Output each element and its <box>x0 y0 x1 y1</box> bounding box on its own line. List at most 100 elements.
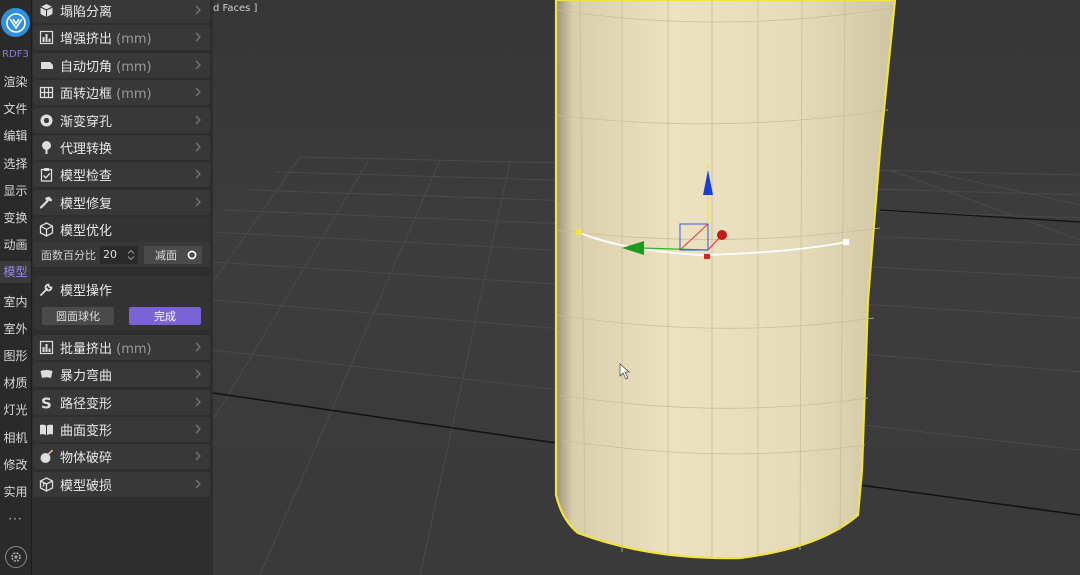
tool-model-optimize[interactable]: 模型优化 <box>33 217 210 242</box>
tool-item-2[interactable]: 自动切角 (mm) <box>33 52 210 78</box>
hammer-icon <box>38 194 54 210</box>
chevron-right-icon <box>195 142 201 152</box>
wrench-icon <box>38 281 54 297</box>
tool-unit: (mm) <box>112 87 152 103</box>
tool-item-b-1[interactable]: 暴力弯曲 <box>33 362 210 388</box>
bar-chart-icon <box>38 30 54 46</box>
face-percent-label: 面数百分比 <box>41 248 96 262</box>
tool-name: 路径变形 <box>60 396 113 412</box>
tool-label: 模型优化 <box>60 224 113 239</box>
tool-item-6[interactable]: 模型检查 <box>33 162 210 188</box>
more-icon[interactable]: ··· <box>0 512 31 526</box>
chevron-right-icon <box>195 424 201 434</box>
chevron-right-icon <box>195 60 201 70</box>
rail-item-2[interactable]: 编辑 <box>0 125 31 147</box>
tool-panel: 塌陷分离 增强挤出 (mm) 自动切角 (mm) 面转边框 (mm) 渐变穿孔 代理转换模… <box>32 0 213 575</box>
rail-item-1[interactable]: 文件 <box>0 98 31 120</box>
spinner-arrows-icon <box>127 249 135 260</box>
cylinder-object[interactable] <box>554 0 897 560</box>
tool-model-operate[interactable]: 模型操作 <box>33 276 210 302</box>
chevron-right-icon <box>195 87 201 97</box>
rail-item-3[interactable]: 选择 <box>0 153 31 175</box>
tool-item-3[interactable]: 面转边框 (mm) <box>33 80 210 106</box>
tree-icon <box>38 140 54 156</box>
tool-name: 渐变穿孔 <box>60 114 113 130</box>
reduce-faces-label: 减面 <box>155 248 177 262</box>
rail-item-6[interactable]: 动画 <box>0 234 31 256</box>
tool-item-7[interactable]: 模型修复 <box>33 189 210 215</box>
tool-item-5[interactable]: 代理转换 <box>33 135 210 160</box>
tool-label: 路径变形 <box>60 393 112 412</box>
rail-item-11[interactable]: 材质 <box>0 372 31 394</box>
settings-button[interactable] <box>5 546 27 568</box>
hole-icon <box>38 112 54 128</box>
operate-options: 圆面球化 完成 <box>33 302 210 330</box>
done-button[interactable]: 完成 <box>129 307 201 325</box>
tool-unit: (mm) <box>112 59 152 75</box>
chevron-right-icon <box>195 451 201 461</box>
bomb-icon <box>38 449 54 465</box>
tool-item-1[interactable]: 增强挤出 (mm) <box>33 25 210 51</box>
rail-item-0[interactable]: 渲染 <box>0 71 31 93</box>
face-percent-spinner[interactable]: 20 <box>100 245 138 264</box>
rail-item-12[interactable]: 灯光 <box>0 399 31 421</box>
scene-canvas[interactable]: z <box>213 0 1080 575</box>
app-logo[interactable] <box>1 8 30 37</box>
chevron-right-icon <box>195 5 201 15</box>
reduce-faces-button[interactable]: 减面 <box>144 245 202 264</box>
viewport-label: d Faces ] <box>213 3 258 14</box>
rail-item-10[interactable]: 图形 <box>0 345 31 367</box>
chevron-right-icon <box>195 115 201 125</box>
tool-unit: (mm) <box>112 32 152 48</box>
tool-label: 批量挤出 (mm) <box>60 338 152 357</box>
logo-icon <box>5 12 26 33</box>
rail-item-8[interactable]: 室内 <box>0 291 31 313</box>
tool-name: 自动切角 <box>60 59 113 75</box>
chevron-right-icon <box>195 197 201 207</box>
book-icon <box>38 421 54 437</box>
tool-label: 模型检查 <box>60 165 112 184</box>
rail-item-9[interactable]: 室外 <box>0 318 31 340</box>
rail-item-7[interactable]: 模型 <box>0 261 31 284</box>
tool-name: 批量挤出 <box>60 342 113 357</box>
tool-name: 面转边框 <box>60 87 113 103</box>
tool-name: 代理转换 <box>60 142 113 157</box>
tool-unit: (mm) <box>112 342 152 357</box>
tool-item-b-3[interactable]: 曲面变形 <box>33 416 210 442</box>
tool-name: 曲面变形 <box>60 423 113 439</box>
bevel-icon <box>38 57 54 73</box>
rail-item-15[interactable]: 实用 <box>0 481 31 503</box>
tool-item-0[interactable]: 塌陷分离 <box>33 0 210 23</box>
face-percent-value: 20 <box>103 248 117 261</box>
tool-name: 物体破碎 <box>60 451 113 467</box>
axis-z-label: z <box>706 161 710 170</box>
clipboard-check-icon <box>38 167 54 183</box>
rail-item-13[interactable]: 相机 <box>0 427 31 449</box>
tool-item-b-0[interactable]: 批量挤出 (mm) <box>33 335 210 360</box>
broken-cube-icon <box>38 476 54 492</box>
round-sphere-button[interactable]: 圆面球化 <box>42 307 114 325</box>
svg-text:S: S <box>41 395 52 410</box>
tool-item-4[interactable]: 渐变穿孔 <box>33 107 210 133</box>
tool-label: 模型操作 <box>60 283 113 299</box>
chevron-right-icon <box>195 479 201 488</box>
radio-icon <box>187 250 197 259</box>
tool-item-b-4[interactable]: 物体破碎 <box>33 444 210 470</box>
bar-chart-icon <box>38 340 54 356</box>
chevron-right-icon <box>195 369 201 379</box>
gear-icon <box>11 552 21 562</box>
tool-item-b-2[interactable]: S 路径变形 <box>33 389 210 415</box>
tool-item-b-5[interactable]: 模型破损 <box>33 471 210 497</box>
cube-icon <box>38 3 54 19</box>
rail-item-5[interactable]: 变换 <box>0 207 31 229</box>
3d-viewport[interactable]: z d Faces ] <box>213 0 1080 575</box>
chevron-right-icon <box>195 32 201 42</box>
rail-item-14[interactable]: 修改 <box>0 454 31 476</box>
tool-label: 代理转换 <box>60 138 112 157</box>
tool-label: 渐变穿孔 <box>60 111 112 130</box>
tool-label: 面转边框 (mm) <box>60 83 152 102</box>
rail-item-4[interactable]: 显示 <box>0 180 31 202</box>
tool-label: 模型修复 <box>60 193 112 212</box>
tool-name: 暴力弯曲 <box>60 369 113 385</box>
tool-name: 塌陷分离 <box>60 5 113 20</box>
